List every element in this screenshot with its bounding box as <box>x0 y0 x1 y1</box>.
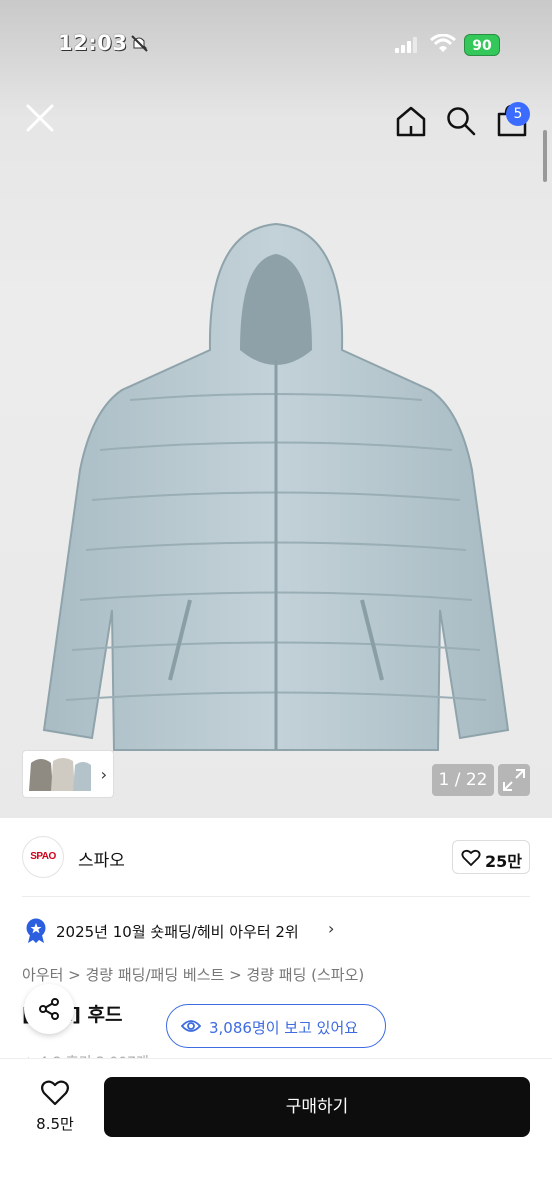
divider <box>22 896 530 897</box>
thumbnail-strip[interactable]: › <box>22 750 114 798</box>
close-button[interactable] <box>20 98 60 138</box>
expand-image-button[interactable] <box>498 764 530 796</box>
wishlist-button[interactable]: 8.5만 <box>22 1077 88 1137</box>
brand-like-count: 25만 <box>485 852 522 871</box>
battery-indicator: 90 <box>464 34 500 56</box>
ranking-badge-icon <box>26 918 46 943</box>
expand-icon <box>503 769 525 791</box>
home-button[interactable] <box>394 104 428 138</box>
search-button[interactable] <box>444 104 478 138</box>
cellular-signal-icon <box>395 37 417 53</box>
search-icon <box>447 107 476 136</box>
category-breadcrumb[interactable]: 아우터 > 경량 패딩/패딩 베스트 > 경량 패딩 (스파오) <box>22 964 364 985</box>
scroll-indicator <box>543 130 547 182</box>
buy-button[interactable]: 구매하기 <box>104 1077 530 1137</box>
wishlist-count: 8.5만 <box>36 1115 74 1133</box>
wifi-icon <box>430 34 456 52</box>
chevron-right-icon: › <box>328 919 335 938</box>
thumbnail-images <box>29 758 91 791</box>
brand-like-button[interactable]: 25만 <box>452 840 530 874</box>
image-page-indicator: 1 / 22 <box>432 764 494 796</box>
eye-icon <box>181 1020 201 1032</box>
share-icon <box>39 998 59 1020</box>
close-icon <box>26 104 54 132</box>
product-image-gallery[interactable]: 12:03 90 5 › 1 / 22 <box>0 0 552 818</box>
live-viewers-text: 3,086명이 보고 있어요 <box>209 1019 359 1037</box>
home-icon <box>396 106 426 137</box>
live-viewers-pill: 3,086명이 보고 있어요 <box>166 1004 386 1048</box>
brand-logo[interactable]: SPAO <box>22 836 64 878</box>
cart-count-badge: 5 <box>506 102 530 126</box>
product-jacket-image <box>42 222 510 751</box>
share-button[interactable] <box>24 984 74 1034</box>
brand-row[interactable]: SPAO 스파오 25만 <box>0 828 552 888</box>
silent-mode-icon <box>131 35 148 52</box>
bottom-action-bar: 8.5만 구매하기 <box>0 1058 552 1200</box>
status-bar: 12:03 90 <box>0 0 552 90</box>
ranking-text: 2025년 10월 숏패딩/헤비 아우터 2위 <box>56 923 299 941</box>
status-time: 12:03 <box>58 31 128 55</box>
heart-icon <box>461 849 481 867</box>
brand-name[interactable]: 스파오 <box>78 846 125 871</box>
heart-icon <box>41 1080 69 1106</box>
chevron-right-icon: › <box>100 765 107 784</box>
